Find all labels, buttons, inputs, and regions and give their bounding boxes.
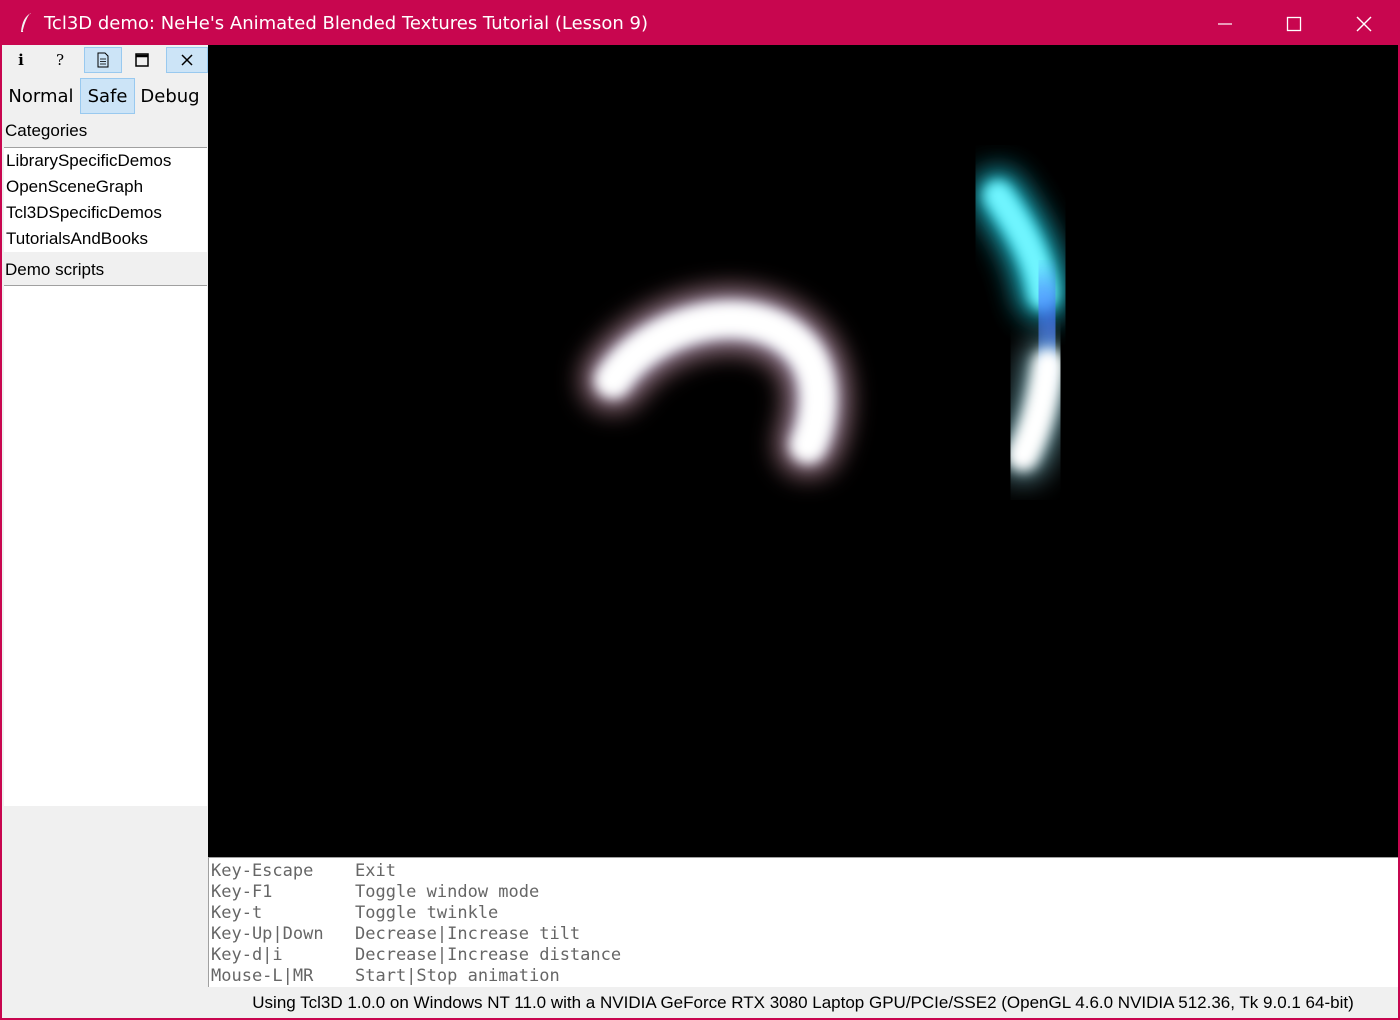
categories-label: Categories (5, 121, 88, 140)
help-action: Exit (355, 861, 396, 881)
window-icon (135, 53, 149, 67)
sidebar: i ? Normal Safe Debug Categories Library… (2, 45, 208, 990)
help-row: Key-Up|Down Decrease|Increase tilt (209, 924, 1398, 945)
info-icon: i (18, 51, 24, 69)
help-icon: ? (55, 51, 65, 69)
help-row: Key-t Toggle twinkle (209, 903, 1398, 924)
help-row: Mouse-L|MR Start|Stop animation (209, 966, 1398, 987)
category-item[interactable]: TutorialsAndBooks (4, 226, 207, 252)
categories-list[interactable]: LibrarySpecificDemos OpenSceneGraph Tcl3… (4, 147, 207, 252)
help-row: Key-F1 Toggle window mode (209, 882, 1398, 903)
help-key: Key-t (211, 903, 263, 923)
close-window-button[interactable] (1329, 2, 1399, 45)
category-item[interactable]: OpenSceneGraph (4, 174, 207, 200)
fullscreen-button[interactable] (123, 47, 161, 73)
exit-button[interactable] (166, 47, 208, 73)
help-key: Key-d|i (211, 945, 283, 965)
maximize-icon (1286, 16, 1302, 31)
view-source-button[interactable] (84, 47, 122, 73)
help-action: Start|Stop animation (355, 966, 560, 986)
help-key: Key-Escape (211, 861, 314, 881)
app-window: Tcl3D demo: NeHe's Animated Blended Text… (0, 0, 1400, 1020)
help-action: Toggle twinkle (355, 903, 499, 923)
mode-normal-button[interactable]: Normal (4, 78, 78, 114)
demo-scripts-label: Demo scripts (5, 260, 105, 279)
help-row: Key-Escape Exit (209, 861, 1398, 882)
opengl-canvas[interactable] (208, 45, 1398, 857)
mode-safe-button[interactable]: Safe (80, 78, 135, 114)
help-action: Decrease|Increase tilt (355, 924, 581, 944)
feather-icon (16, 12, 36, 34)
close-icon (1356, 16, 1372, 31)
help-action: Toggle window mode (355, 882, 540, 902)
help-action: Decrease|Increase distance (355, 945, 622, 965)
info-button[interactable]: i (2, 47, 40, 73)
demo-scripts-list[interactable] (4, 285, 207, 806)
maximize-button[interactable] (1259, 2, 1329, 45)
help-button[interactable]: ? (41, 47, 79, 73)
minimize-icon (1218, 22, 1232, 25)
help-key: Key-F1 (211, 882, 273, 902)
title-bar[interactable]: Tcl3D demo: NeHe's Animated Blended Text… (2, 2, 1398, 45)
help-row: Key-d|i Decrease|Increase distance (209, 945, 1398, 966)
star-render (583, 170, 1073, 480)
category-item[interactable]: LibrarySpecificDemos (4, 148, 207, 174)
window-title: Tcl3D demo: NeHe's Animated Blended Text… (44, 13, 649, 34)
document-icon (97, 52, 109, 68)
help-key: Key-Up|Down (211, 924, 324, 944)
close-icon (181, 54, 193, 66)
minimize-button[interactable] (1190, 2, 1260, 45)
category-item[interactable]: Tcl3DSpecificDemos (4, 200, 207, 226)
mode-debug-button[interactable]: Debug (137, 78, 203, 114)
status-bar: Using Tcl3D 1.0.0 on Windows NT 11.0 wit… (252, 993, 1354, 1012)
help-key: Mouse-L|MR (211, 966, 314, 986)
help-panel: Key-Escape Exit Key-F1 Toggle window mode … (208, 857, 1398, 987)
